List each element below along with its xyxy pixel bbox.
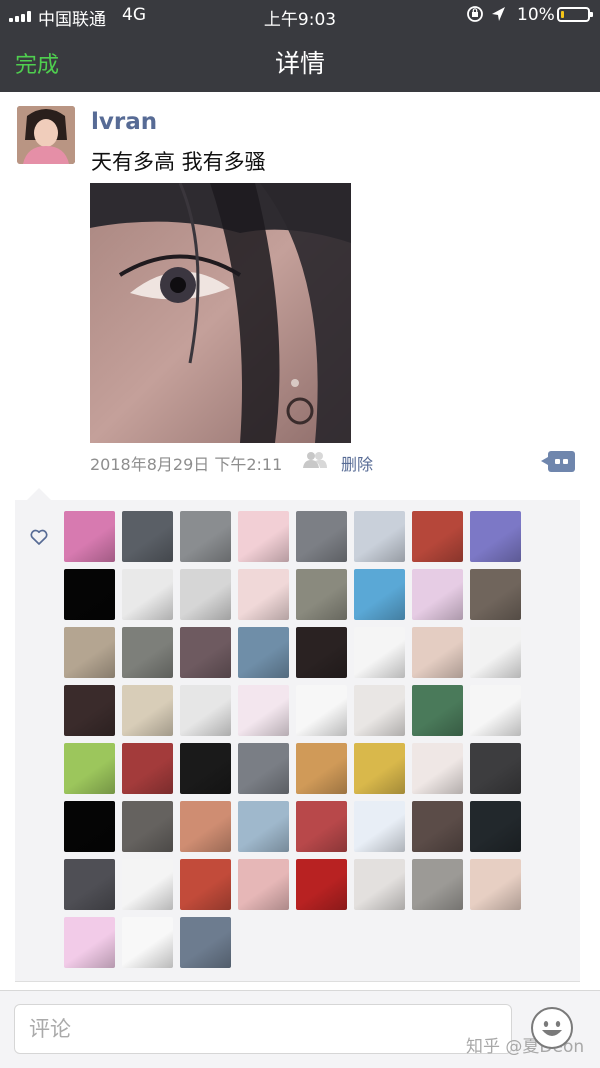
author-name[interactable]: lvran [91, 109, 157, 135]
liker-avatar-grid [64, 511, 524, 968]
liker-avatar[interactable] [296, 627, 347, 678]
author-avatar[interactable] [17, 106, 75, 164]
comment-input[interactable] [14, 1004, 512, 1054]
liker-avatar[interactable] [296, 685, 347, 736]
liker-avatar[interactable] [238, 627, 289, 678]
liker-avatar[interactable] [180, 801, 231, 852]
delete-button[interactable]: 删除 [341, 451, 373, 475]
page-title: 详情 [274, 49, 325, 78]
liker-avatar[interactable] [296, 569, 347, 620]
liker-avatar[interactable] [122, 859, 173, 910]
liker-avatar[interactable] [412, 859, 463, 910]
liker-avatar[interactable] [180, 511, 231, 562]
liker-avatar[interactable] [354, 859, 405, 910]
liker-avatar[interactable] [470, 685, 521, 736]
smiley-icon [542, 1021, 562, 1036]
liker-avatar[interactable] [122, 743, 173, 794]
liker-avatar[interactable] [122, 685, 173, 736]
liker-avatar[interactable] [122, 627, 173, 678]
liker-avatar[interactable] [64, 685, 115, 736]
liker-avatar[interactable] [296, 511, 347, 562]
liker-avatar[interactable] [354, 627, 405, 678]
liker-avatar[interactable] [470, 627, 521, 678]
liker-avatar[interactable] [64, 511, 115, 562]
liker-avatar[interactable] [180, 917, 231, 968]
liker-avatar[interactable] [180, 685, 231, 736]
liker-avatar[interactable] [64, 859, 115, 910]
top-bar: 中国联通 4G 上午9:03 10% 完成 详情 [0, 0, 600, 92]
more-actions-button[interactable] [541, 451, 575, 472]
liker-avatar[interactable] [354, 511, 405, 562]
liker-avatar[interactable] [354, 743, 405, 794]
liker-avatar[interactable] [470, 511, 521, 562]
post-timestamp: 2018年8月29日 下午2:11 [90, 455, 283, 474]
liker-avatar[interactable] [122, 511, 173, 562]
liker-avatar[interactable] [180, 859, 231, 910]
liker-avatar[interactable] [122, 801, 173, 852]
liker-avatar[interactable] [354, 801, 405, 852]
liker-avatar[interactable] [412, 743, 463, 794]
post-photo[interactable] [90, 183, 351, 443]
orientation-lock-and-location-icon [467, 6, 505, 22]
liker-avatar[interactable] [122, 569, 173, 620]
liker-avatar[interactable] [238, 743, 289, 794]
likes-arrow [27, 488, 51, 500]
liker-avatar[interactable] [354, 685, 405, 736]
liker-avatar[interactable] [470, 801, 521, 852]
liker-avatar[interactable] [412, 569, 463, 620]
liker-avatar[interactable] [180, 627, 231, 678]
liker-avatar[interactable] [296, 859, 347, 910]
liker-avatar[interactable] [238, 859, 289, 910]
liker-avatar[interactable] [296, 743, 347, 794]
liker-avatar[interactable] [296, 801, 347, 852]
heart-icon [30, 529, 48, 545]
liker-avatar[interactable] [64, 917, 115, 968]
liker-avatar[interactable] [412, 801, 463, 852]
liker-avatar[interactable] [412, 511, 463, 562]
liker-avatar[interactable] [64, 743, 115, 794]
liker-avatar[interactable] [180, 743, 231, 794]
divider [15, 981, 580, 982]
liker-avatar[interactable] [238, 801, 289, 852]
battery-icon [557, 7, 593, 22]
status-bar: 中国联通 4G 上午9:03 10% [0, 0, 600, 30]
liker-avatar[interactable] [64, 801, 115, 852]
liker-avatar[interactable] [180, 569, 231, 620]
post-text: 天有多高 我有多骚 [91, 150, 266, 174]
emoji-button[interactable] [531, 1007, 573, 1049]
liker-avatar[interactable] [238, 569, 289, 620]
liker-avatar[interactable] [238, 685, 289, 736]
liker-avatar[interactable] [354, 569, 405, 620]
liker-avatar[interactable] [412, 685, 463, 736]
friends-visibility-icon [303, 452, 327, 468]
liker-avatar[interactable] [64, 627, 115, 678]
liker-avatar[interactable] [238, 511, 289, 562]
liker-avatar[interactable] [64, 569, 115, 620]
nav-bar: 完成 详情 [0, 30, 600, 92]
liker-avatar[interactable] [412, 627, 463, 678]
comment-bar: 知乎 @夏Deon [0, 990, 600, 1068]
battery-percent: 10% [517, 5, 555, 25]
liker-avatar[interactable] [470, 569, 521, 620]
liker-avatar[interactable] [122, 917, 173, 968]
liker-avatar[interactable] [470, 859, 521, 910]
liker-avatar[interactable] [470, 743, 521, 794]
